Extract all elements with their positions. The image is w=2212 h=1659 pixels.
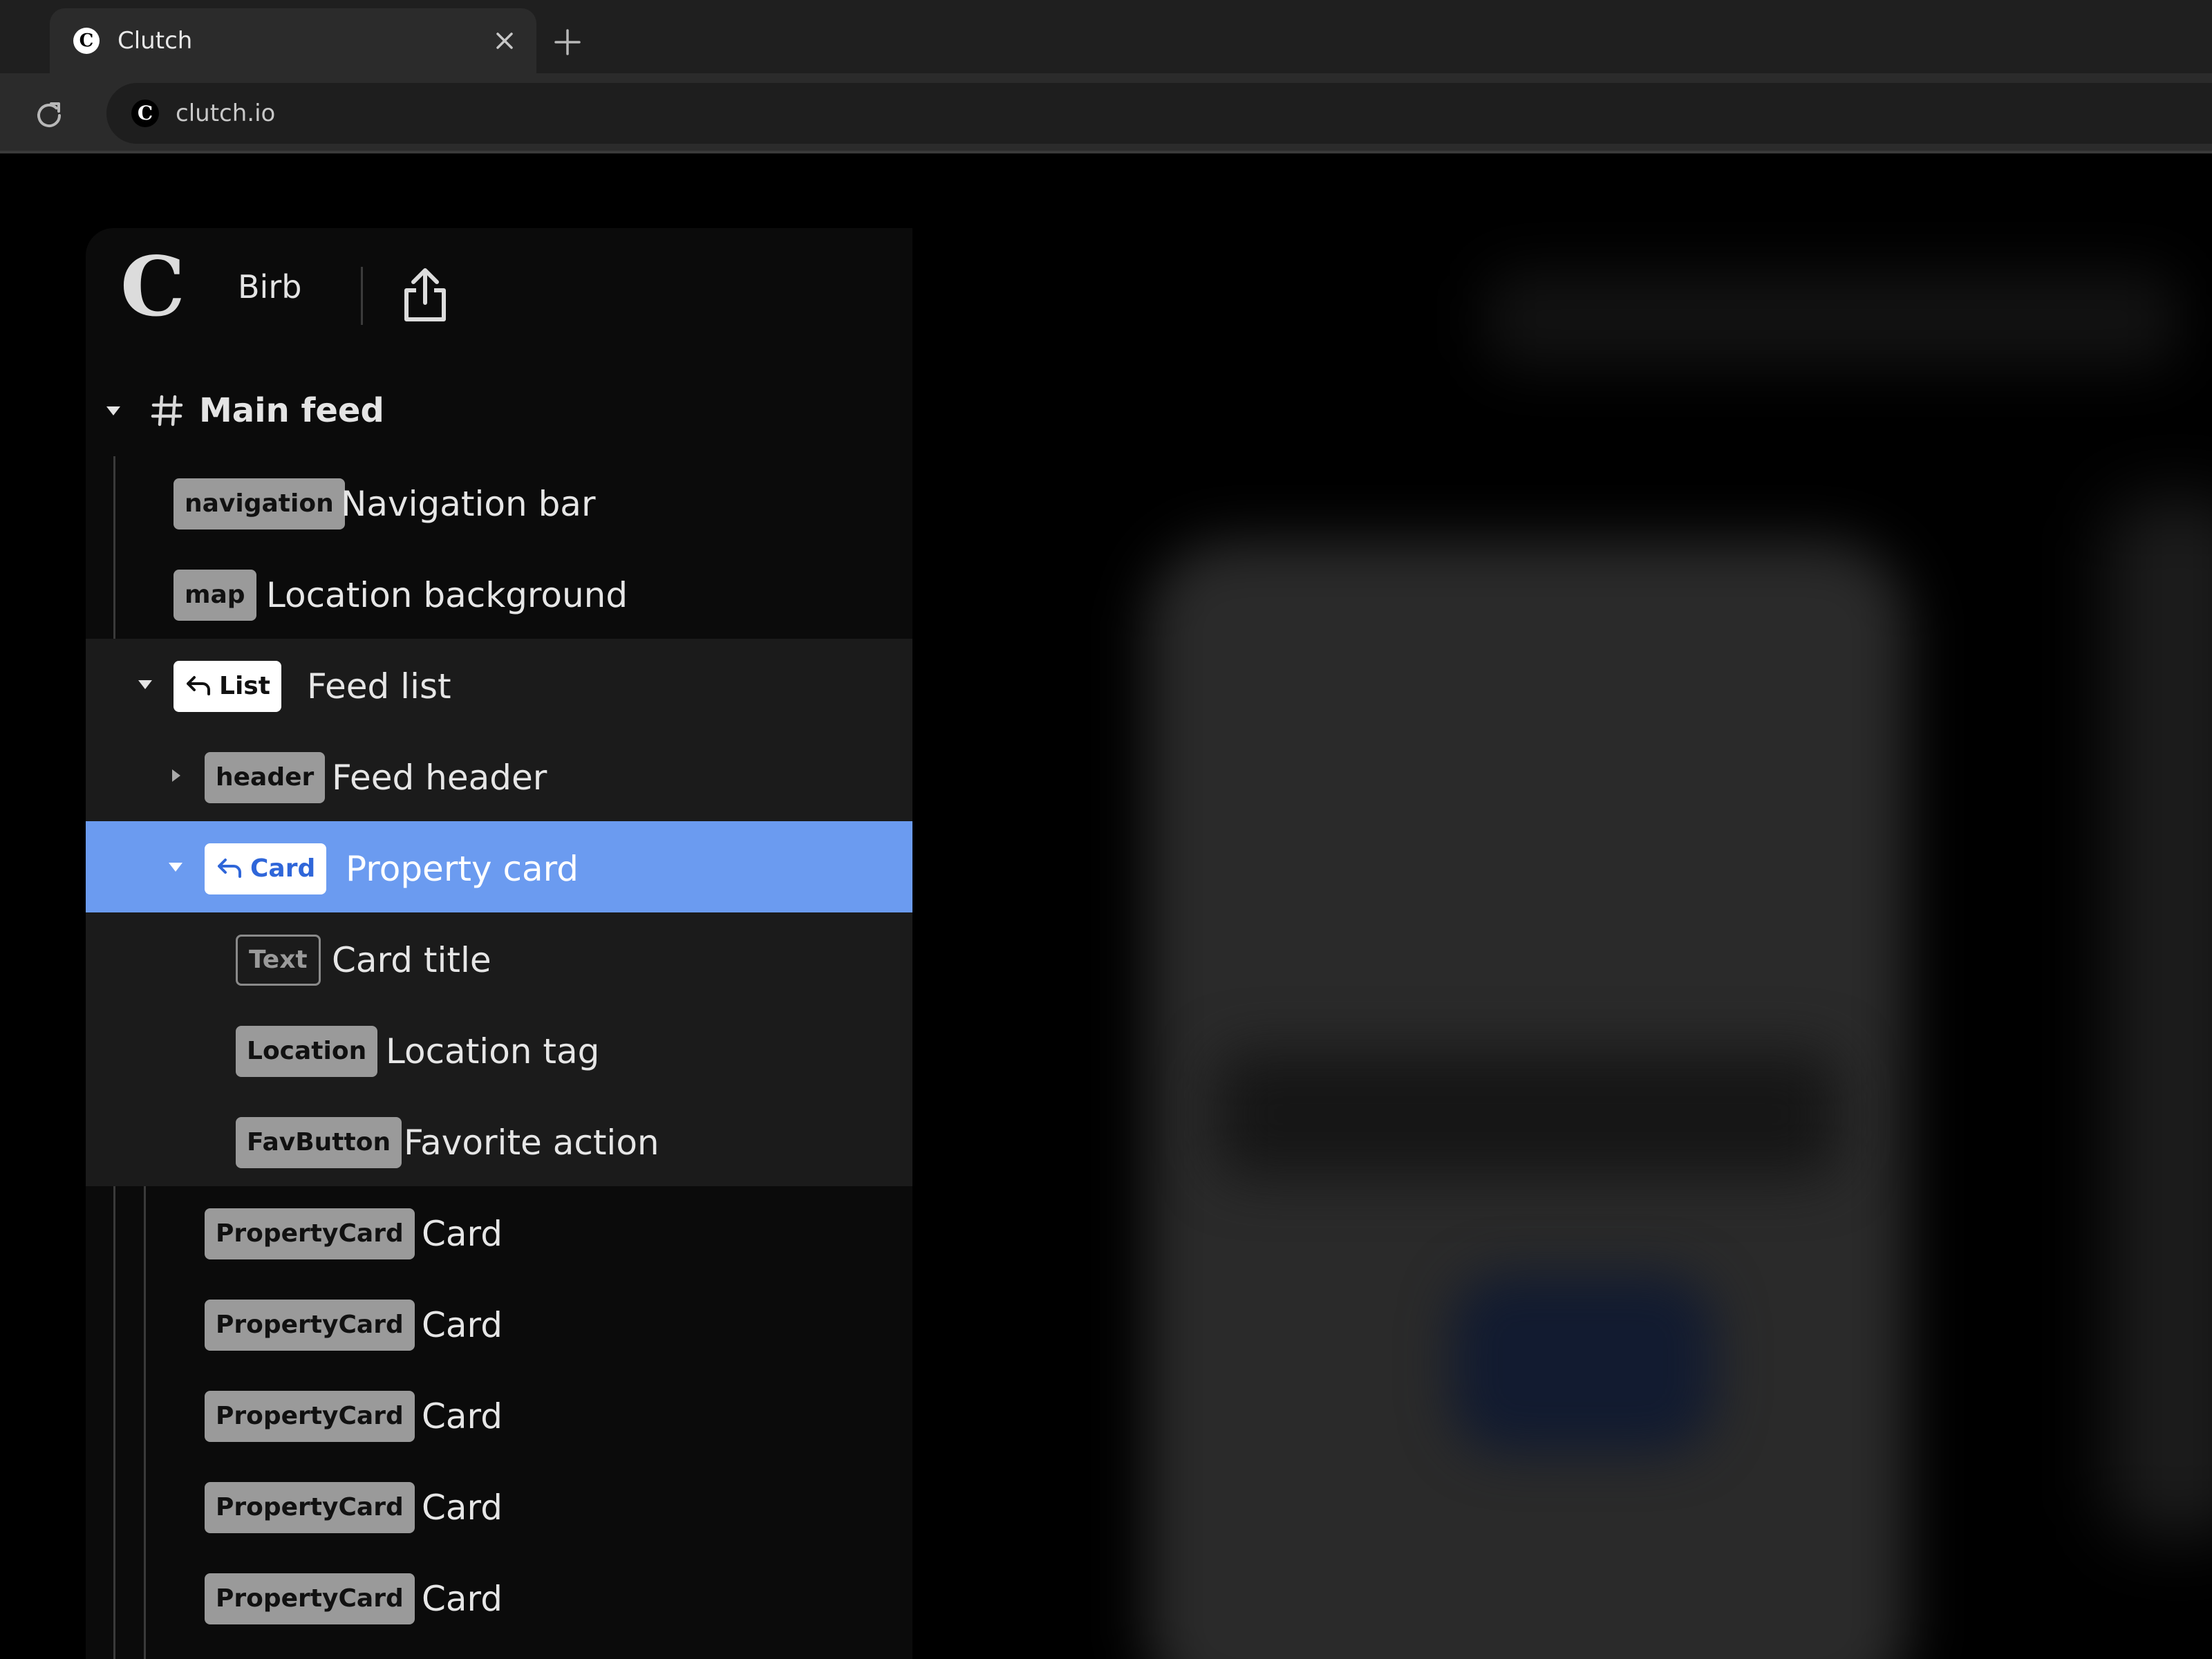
tree-item-label: Card (422, 1488, 503, 1528)
tree-item[interactable]: Location Location tag (86, 1004, 912, 1095)
component-badge: PropertyCard (205, 1482, 415, 1533)
component-badge: FavButton (236, 1117, 402, 1168)
tree-item[interactable]: PropertyCard Card (86, 1186, 912, 1277)
tree-item-label: Location background (266, 575, 628, 615)
component-badge: PropertyCard (205, 1391, 415, 1442)
component-badge: navigation (174, 478, 345, 529)
component-badge: PropertyCard (205, 1573, 415, 1624)
caret-down-icon[interactable] (134, 673, 156, 695)
tree-item-selected[interactable]: Card Property card (86, 821, 912, 912)
close-icon[interactable] (492, 28, 517, 53)
caret-right-icon[interactable] (165, 765, 187, 787)
address-url[interactable]: clutch.io (176, 83, 275, 144)
hash-icon (151, 395, 183, 427)
tree-item-label: Location tag (386, 1031, 600, 1071)
tab-favicon-icon: C (73, 28, 100, 54)
tree-item-label: Feed list (307, 666, 451, 706)
badge-text: List (219, 672, 270, 700)
tree-item-label: Feed header (332, 758, 547, 798)
tree-item-label: Card (422, 1214, 503, 1254)
address-bar[interactable]: C clutch.io (106, 83, 2212, 144)
tree-item-label: Card (422, 1396, 503, 1436)
component-tree-panel: C Birb Main feed navigation Navigation b… (86, 228, 912, 1659)
tree-item-label: Navigation bar (341, 484, 596, 524)
component-badge: Text (236, 935, 321, 986)
share-icon[interactable] (394, 264, 456, 326)
tree-item[interactable]: PropertyCard Card (86, 1551, 912, 1642)
component-badge: header (205, 752, 326, 803)
component-ref-badge: List (174, 661, 281, 712)
tree-item[interactable]: header Feed header (86, 730, 912, 821)
caret-down-icon[interactable] (102, 400, 124, 422)
tree-item[interactable]: PropertyCard Card (86, 1277, 912, 1369)
tree-item-label: Card (422, 1579, 503, 1619)
clutch-logo[interactable]: C (120, 246, 185, 328)
site-favicon-icon: C (131, 100, 159, 127)
reply-arrow-icon (218, 859, 241, 878)
browser-tabstrip: C Clutch (0, 0, 2212, 73)
blurred-header (1486, 271, 2177, 368)
panel-header: C Birb (86, 228, 912, 353)
tree-item[interactable]: navigation Navigation bar (86, 456, 912, 547)
component-badge: PropertyCard (205, 1300, 415, 1351)
component-badge: Location (236, 1026, 378, 1077)
component-badge: map (174, 570, 256, 621)
component-badge: PropertyCard (205, 1208, 415, 1259)
reply-arrow-icon (187, 676, 210, 695)
tree-item[interactable]: PropertyCard Card (86, 1460, 912, 1551)
tree-item[interactable]: Text Card title (86, 912, 912, 1004)
browser-toolbar: C clutch.io (0, 73, 2212, 153)
tree-item[interactable]: FavButton Favorite action (86, 1095, 912, 1186)
header-divider (361, 267, 363, 325)
blurred-card-band (1217, 1052, 1839, 1177)
blurred-button (1452, 1273, 1714, 1453)
section-title: Main feed (199, 391, 384, 430)
tree-root-main-feed[interactable]: Main feed (86, 365, 912, 456)
tree-item-label: Property card (346, 849, 579, 889)
caret-down-icon[interactable] (165, 856, 187, 878)
component-ref-badge: Card (205, 843, 327, 894)
tree-item[interactable]: PropertyCard Card (86, 1369, 912, 1460)
tree-item[interactable]: List Feed list (86, 639, 912, 730)
tab-title: Clutch (118, 27, 193, 55)
tree-item-label: Card title (332, 940, 491, 980)
browser-tab[interactable]: C Clutch (50, 8, 536, 73)
blurred-side-panel (2108, 499, 2212, 1536)
badge-text: Card (250, 854, 316, 883)
plus-icon[interactable] (553, 28, 582, 57)
reload-icon[interactable] (33, 100, 65, 131)
tree-item-label: Card (422, 1305, 503, 1345)
project-name[interactable]: Birb (238, 263, 301, 311)
tree-item-label: Favorite action (404, 1123, 659, 1163)
tree-item[interactable]: map Location background (86, 547, 912, 639)
